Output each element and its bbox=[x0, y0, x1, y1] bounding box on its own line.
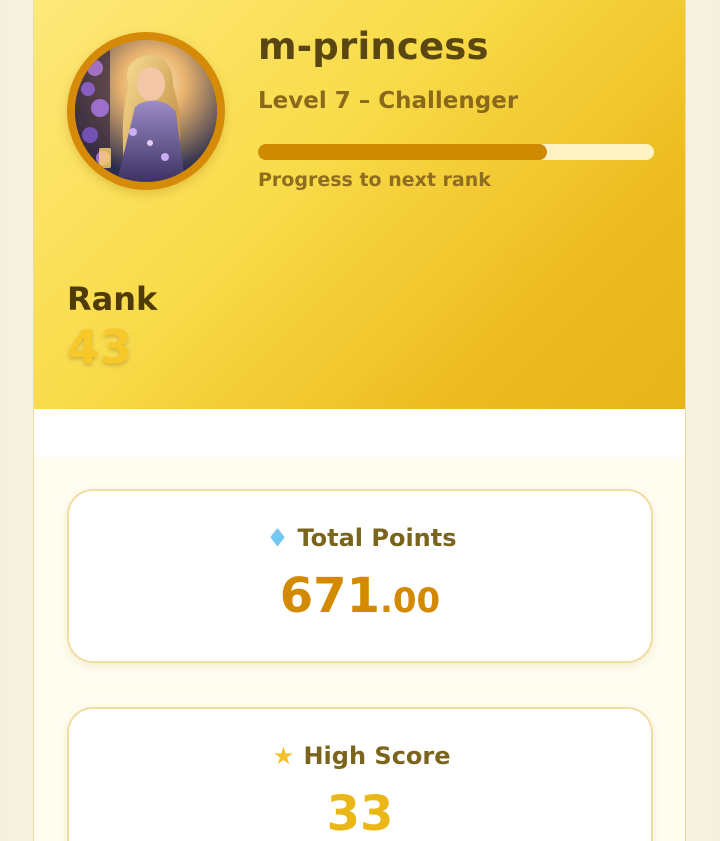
progress-label: Progress to next rank bbox=[258, 169, 491, 191]
avatar bbox=[67, 32, 225, 190]
high-score-card: ★ High Score 33 bbox=[67, 707, 653, 841]
profile-header: m-princess Level 7 – Challenger Progress… bbox=[34, 0, 685, 409]
diamond-icon: ♦ bbox=[266, 524, 289, 552]
username: m-princess bbox=[258, 25, 489, 68]
total-points-card: ♦ Total Points 671.00 bbox=[67, 489, 653, 663]
rank-label: Rank bbox=[67, 280, 158, 318]
profile-page: m-princess Level 7 – Challenger Progress… bbox=[0, 0, 720, 841]
avatar-artwork bbox=[75, 40, 217, 182]
total-points-label: Total Points bbox=[297, 524, 457, 552]
avatar-image bbox=[75, 40, 217, 182]
high-score-title: ★ High Score bbox=[69, 742, 651, 770]
rank-value: 43 bbox=[67, 320, 134, 374]
total-points-integer: 671 bbox=[279, 568, 380, 624]
star-icon: ★ bbox=[272, 742, 295, 770]
section-spacer bbox=[34, 409, 685, 457]
high-score-value: 33 bbox=[326, 786, 394, 841]
total-points-value: 671.00 bbox=[69, 570, 651, 627]
total-points-title: ♦ Total Points bbox=[69, 524, 651, 552]
high-score-label: High Score bbox=[303, 742, 451, 770]
rank-progress-bar bbox=[258, 144, 654, 160]
profile-card: m-princess Level 7 – Challenger Progress… bbox=[33, 0, 686, 841]
total-points-decimal: .00 bbox=[379, 581, 441, 621]
level-text: Level 7 – Challenger bbox=[258, 88, 519, 114]
rank-progress-fill bbox=[258, 144, 548, 160]
